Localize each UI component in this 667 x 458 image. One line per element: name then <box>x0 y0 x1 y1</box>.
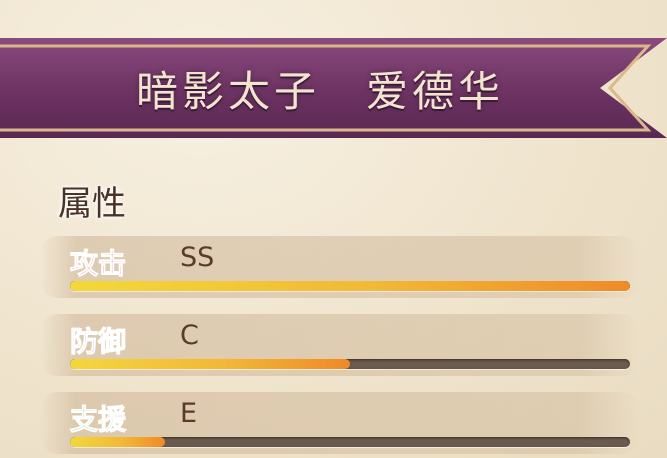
character-name: 暗影太子 爱德华 <box>135 66 504 116</box>
stat-row-attack: 攻击 SS <box>40 236 640 302</box>
stat-bar-fill <box>70 359 350 369</box>
stat-bar <box>70 437 630 447</box>
title-banner: 暗影太子 爱德华 <box>0 38 667 138</box>
stat-bar <box>70 359 630 369</box>
attributes-heading: 属性 <box>58 184 126 224</box>
stat-grade: C <box>180 320 199 351</box>
stat-name: 攻击 <box>69 247 127 281</box>
stat-bar <box>70 281 630 291</box>
stat-grade: SS <box>180 242 215 273</box>
stat-row-support: 支援 E <box>40 392 640 458</box>
stat-name: 支援 <box>69 403 127 437</box>
stat-bar-fill <box>70 281 630 291</box>
stat-grade: E <box>180 398 198 429</box>
stat-name: 防御 <box>69 325 127 359</box>
stat-bar-fill <box>70 437 166 447</box>
stat-row-defense: 防御 C <box>40 314 640 380</box>
